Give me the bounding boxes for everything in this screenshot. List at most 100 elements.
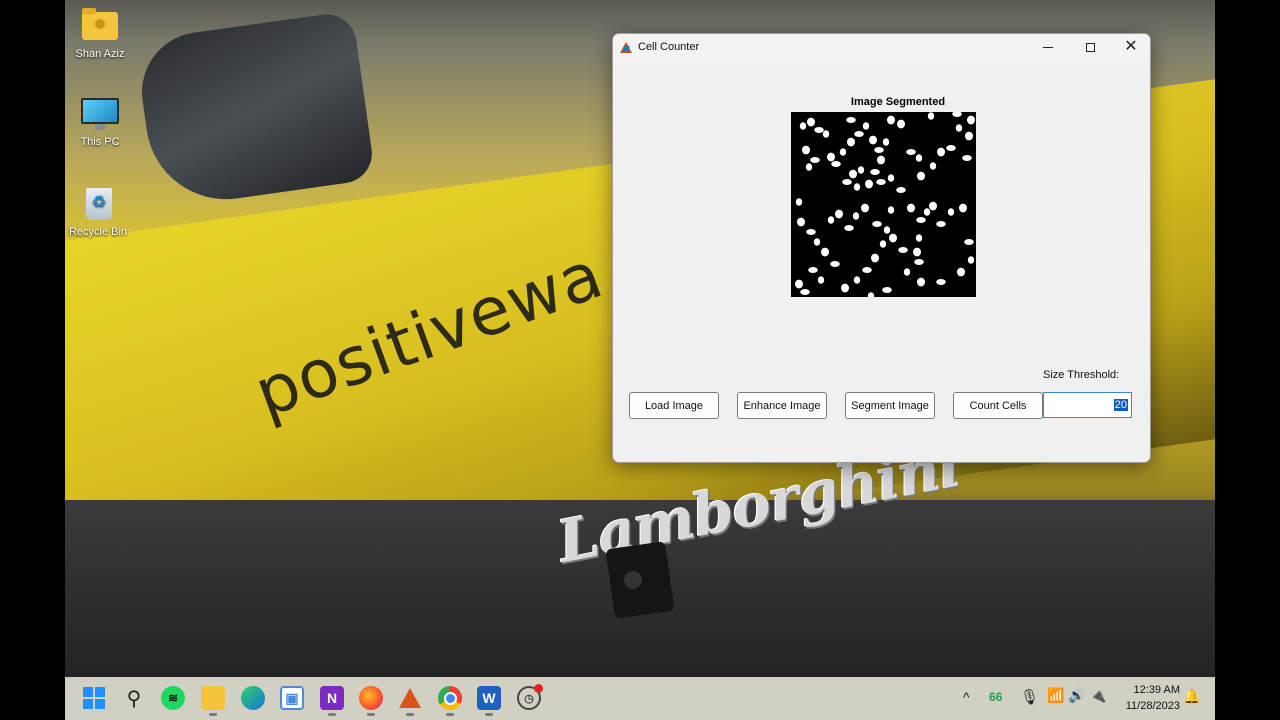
clock-app-button[interactable]: ◷ — [517, 684, 543, 710]
segmented-cell — [797, 217, 805, 227]
onenote-button[interactable]: N — [320, 686, 344, 716]
desktop-icon-label: Shan Aziz — [75, 48, 125, 60]
segmented-cell — [862, 267, 872, 273]
segmented-cell — [867, 292, 875, 297]
segmented-cell — [872, 221, 882, 227]
word-button[interactable]: W — [477, 686, 501, 716]
segmented-cell — [967, 256, 975, 264]
size-threshold-value: 20 — [1113, 399, 1128, 411]
segmented-cell — [957, 267, 965, 277]
firefox-button[interactable] — [359, 686, 383, 716]
segmented-cell — [923, 208, 931, 216]
file-explorer-button[interactable] — [201, 686, 225, 716]
desktop-icon-this-pc[interactable]: This PC — [65, 96, 135, 148]
segmented-cell — [844, 225, 854, 231]
size-threshold-input[interactable]: 20 — [1043, 392, 1132, 418]
segmented-cell — [813, 238, 821, 246]
segmented-cell — [870, 169, 880, 175]
segmented-cell — [839, 148, 847, 156]
segmented-cell — [955, 124, 963, 132]
minimize-button[interactable] — [1027, 34, 1069, 60]
spotify-icon: ≋ — [167, 691, 179, 705]
recycle-bin-icon: ♻ — [78, 186, 118, 222]
segmented-cell — [869, 135, 877, 145]
volume-icon[interactable]: 🔊 — [1068, 687, 1085, 704]
start-button[interactable] — [82, 686, 106, 710]
segmented-cell — [846, 117, 856, 123]
segmented-cell — [871, 253, 879, 263]
segmented-cell — [810, 157, 820, 163]
segmented-cell — [927, 112, 935, 120]
segmented-cell — [887, 174, 895, 182]
battery-widget[interactable]: 66 — [989, 690, 1002, 704]
segmented-cell — [946, 145, 956, 151]
taskbar: ⚲ ≋ ▣ N W ◷ ^ 66 🎙 📶 🔊 🔌 12:39 AM 11/28/… — [65, 677, 1215, 720]
notification-bell-icon[interactable]: 🔔 — [1183, 688, 1200, 705]
count-cells-button[interactable]: Count Cells — [953, 392, 1043, 419]
segmented-cell — [805, 163, 813, 171]
wifi-icon[interactable]: 📶 — [1047, 687, 1064, 704]
power-plug-icon[interactable]: 🔌 — [1090, 688, 1106, 704]
title-bar[interactable]: Cell Counter ✕ — [613, 34, 1150, 60]
minimize-icon — [1043, 46, 1053, 48]
segmented-cell — [936, 279, 946, 285]
segmented-cell — [876, 179, 886, 185]
segmented-cell — [917, 171, 925, 181]
spotify-button[interactable]: ≋ — [161, 686, 185, 710]
desktop-icon-recycle-bin[interactable]: ♻ Recycle Bin — [65, 186, 133, 238]
segmented-cell — [861, 203, 869, 213]
segmented-cell — [898, 247, 908, 253]
segmented-cell — [841, 283, 849, 293]
cell-counter-window: Cell Counter ✕ Image Segmented Load Imag… — [612, 33, 1151, 463]
desktop-icon-label: This PC — [80, 136, 120, 148]
close-button[interactable]: ✕ — [1110, 34, 1150, 60]
segmented-cell — [807, 117, 815, 127]
segmented-cell — [847, 137, 855, 147]
matlab-button[interactable] — [398, 686, 422, 716]
segmented-cell — [889, 233, 897, 243]
segmented-cell — [842, 179, 852, 185]
plot-title: Image Segmented — [850, 96, 946, 108]
segmented-cell — [831, 161, 841, 167]
maximize-icon — [1085, 42, 1095, 52]
segmented-cell — [853, 183, 861, 191]
microphone-icon[interactable]: 🎙 — [1020, 688, 1039, 706]
segmented-cell — [929, 162, 937, 170]
segmented-cell — [827, 216, 835, 224]
tray-overflow-chevron-icon[interactable]: ^ — [963, 689, 970, 705]
segmented-cell — [862, 122, 870, 130]
segmented-cell — [947, 208, 955, 216]
segmented-cell — [806, 229, 816, 235]
segmented-cell — [936, 221, 946, 227]
segmented-cell — [952, 112, 962, 117]
segmented-cell — [915, 234, 923, 242]
clock-date[interactable]: 11/28/2023 — [1110, 700, 1180, 712]
segmented-cell — [821, 247, 829, 257]
edge-button[interactable] — [241, 686, 265, 710]
desktop-icon-user-folder[interactable]: Shan Aziz — [65, 8, 135, 60]
notification-badge — [534, 684, 543, 693]
segmented-cell — [800, 289, 810, 295]
enhance-image-button[interactable]: Enhance Image — [737, 392, 827, 419]
segmented-image — [791, 112, 976, 297]
segmented-cell — [802, 145, 810, 155]
segmented-cell — [799, 122, 807, 130]
store-button[interactable]: ▣ — [280, 686, 304, 710]
maximize-button[interactable] — [1069, 34, 1111, 60]
chrome-button[interactable] — [438, 686, 462, 716]
segmented-cell — [962, 155, 972, 161]
segmented-cell — [965, 131, 973, 141]
clock-icon: ◷ — [524, 692, 534, 705]
segmented-cell — [896, 187, 906, 193]
search-button[interactable]: ⚲ — [122, 686, 146, 710]
segmented-cell — [882, 138, 890, 146]
clock-time[interactable]: 12:39 AM — [1120, 684, 1180, 696]
segmented-cell — [887, 115, 895, 125]
size-threshold-label: Size Threshold: — [1043, 369, 1120, 381]
segment-image-button[interactable]: Segment Image — [845, 392, 935, 419]
load-image-button[interactable]: Load Image — [629, 392, 719, 419]
segmented-cell — [883, 226, 891, 234]
segmented-cell — [822, 130, 830, 138]
word-icon: W — [482, 690, 496, 706]
segmented-cell — [964, 239, 974, 245]
